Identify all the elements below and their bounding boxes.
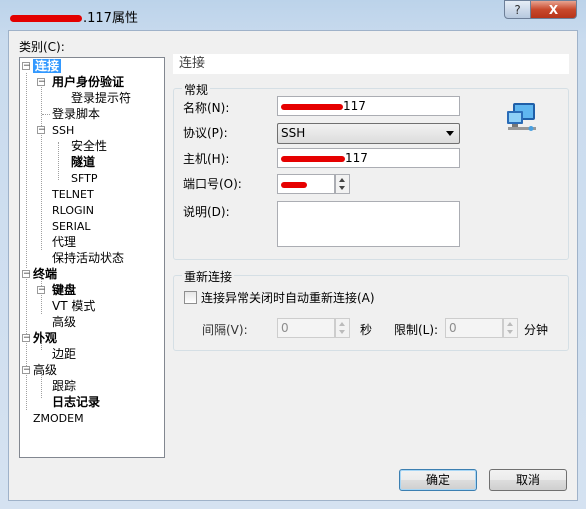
tree-item-appearance[interactable]: 外观: [33, 331, 57, 346]
tree-item-border[interactable]: 边距: [52, 347, 76, 362]
help-icon: ?: [514, 3, 521, 17]
limit-spinner[interactable]: [503, 318, 518, 338]
auto-reconnect-checkbox[interactable]: [184, 291, 197, 304]
protocol-value: SSH: [281, 126, 306, 140]
tree-item-ssh[interactable]: SSH: [52, 123, 74, 138]
help-button[interactable]: ?: [504, 0, 531, 19]
tree-item-serial[interactable]: SERIAL: [52, 219, 90, 234]
name-value: 117: [343, 99, 366, 113]
tree-item-advanced-terminal[interactable]: 高级: [52, 315, 76, 330]
redacted-mark: [281, 155, 345, 162]
collapse-icon[interactable]: −: [37, 126, 46, 135]
dialog-body: 类别(C): − 连接 − 用户身份验证 登录提示符 登录脚本 − SSH 安全…: [8, 30, 578, 501]
tree-item-tunnel[interactable]: 隧道: [71, 155, 95, 170]
redacted-mark: [281, 181, 307, 188]
port-label: 端口号(O):: [183, 177, 242, 191]
category-tree[interactable]: − 连接 − 用户身份验证 登录提示符 登录脚本 − SSH 安全性 隧道 SF…: [19, 57, 165, 458]
window-title: .117属性: [10, 7, 138, 26]
arrow-up-icon: [339, 322, 345, 326]
arrow-down-icon: [339, 330, 345, 334]
collapse-icon[interactable]: −: [22, 366, 31, 375]
network-computer-icon: [507, 103, 536, 131]
limit-input[interactable]: 0: [445, 318, 503, 338]
close-button[interactable]: X: [530, 0, 577, 19]
port-spinner[interactable]: [335, 174, 350, 194]
tree-item-label: 连接: [33, 59, 62, 73]
title-bar[interactable]: .117属性 ? X: [0, 0, 586, 30]
tree-item-trace[interactable]: 跟踪: [52, 379, 76, 394]
arrow-down-icon: [339, 186, 345, 190]
tree-item-rlogin[interactable]: RLOGIN: [52, 203, 94, 218]
tree-item-connection[interactable]: 连接: [33, 59, 62, 74]
name-label: 名称(N):: [183, 101, 230, 115]
tree-item-security[interactable]: 安全性: [71, 139, 107, 154]
host-label: 主机(H):: [183, 152, 230, 166]
tree-item-zmodem[interactable]: ZMODEM: [33, 411, 84, 426]
interval-label: 间隔(V):: [202, 323, 248, 337]
category-label: 类别(C):: [19, 40, 65, 54]
collapse-icon[interactable]: −: [22, 62, 31, 71]
tree-item-sftp[interactable]: SFTP: [71, 171, 97, 186]
tree-item-advanced[interactable]: 高级: [33, 363, 57, 378]
tree-line: [41, 78, 42, 250]
tree-item-proxy[interactable]: 代理: [52, 235, 76, 250]
panel-header: 连接: [173, 54, 569, 74]
ok-button[interactable]: 确定: [399, 469, 477, 491]
collapse-icon[interactable]: −: [22, 270, 31, 279]
reconnect-group: 重新连接: [173, 268, 569, 351]
chevron-down-icon: [446, 131, 454, 136]
interval-spinner[interactable]: [335, 318, 350, 338]
redacted-mark: [281, 103, 343, 110]
limit-unit: 分钟: [524, 323, 549, 337]
host-input[interactable]: 117: [277, 148, 460, 168]
close-icon: X: [548, 3, 559, 17]
name-input[interactable]: 117: [277, 96, 460, 116]
reconnect-group-title: 重新连接: [182, 268, 235, 285]
arrow-down-icon: [507, 330, 513, 334]
tree-item-keepalive[interactable]: 保持活动状态: [52, 251, 124, 266]
tree-item-log[interactable]: 日志记录: [52, 395, 100, 410]
tree-line: [26, 73, 27, 268]
arrow-up-icon: [339, 178, 345, 182]
tree-item-keyboard[interactable]: 键盘: [52, 283, 76, 298]
arrow-up-icon: [507, 322, 513, 326]
window-title-text: .117属性: [83, 11, 138, 26]
general-group-title: 常规: [182, 81, 211, 98]
tree-item-auth[interactable]: 用户身份验证: [52, 75, 124, 90]
collapse-icon[interactable]: −: [22, 334, 31, 343]
limit-label: 限制(L):: [394, 323, 439, 337]
tree-item-terminal[interactable]: 终端: [33, 267, 57, 282]
interval-unit: 秒: [360, 323, 373, 337]
description-textarea[interactable]: [277, 201, 460, 247]
port-input[interactable]: [277, 174, 335, 194]
collapse-icon[interactable]: −: [37, 286, 46, 295]
tree-item-login-prompt[interactable]: 登录提示符: [71, 91, 131, 106]
protocol-select[interactable]: SSH: [277, 123, 460, 144]
host-value: 117: [345, 151, 368, 165]
properties-window: .117属性 ? X 类别(C): − 连接 − 用户身份验证 登录提示符 登录…: [0, 0, 586, 509]
description-label: 说明(D):: [183, 205, 230, 219]
tree-item-vt-mode[interactable]: VT 模式: [52, 299, 95, 314]
protocol-label: 协议(P):: [183, 126, 228, 140]
tree-item-login-script[interactable]: 登录脚本: [52, 107, 100, 122]
collapse-icon[interactable]: −: [37, 78, 46, 87]
interval-input[interactable]: 0: [277, 318, 335, 338]
tree-line: [42, 114, 50, 115]
tree-line: [58, 142, 59, 180]
cancel-button[interactable]: 取消: [489, 469, 567, 491]
auto-reconnect-label: 连接异常关闭时自动重新连接(A): [201, 291, 375, 305]
tree-item-telnet[interactable]: TELNET: [52, 187, 94, 202]
redacted-mark: [10, 15, 82, 22]
